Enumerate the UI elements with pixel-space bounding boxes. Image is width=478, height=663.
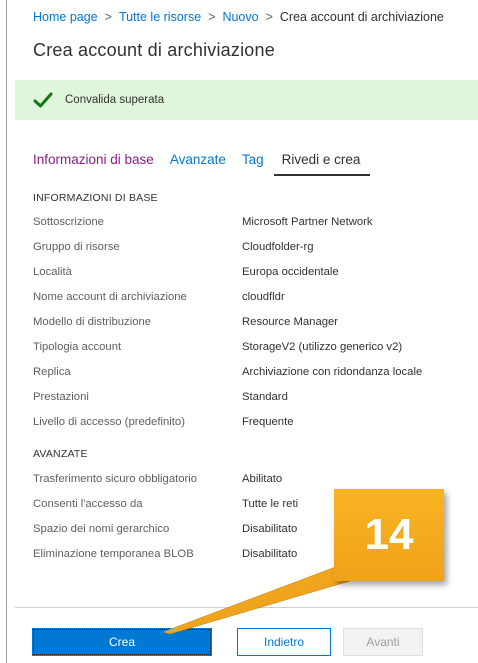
row-label: Eliminazione temporanea BLOB	[33, 548, 194, 560]
summary-row: Località Europa occidentale	[33, 266, 473, 284]
row-value: Frequente	[242, 416, 294, 428]
row-value: Abilitato	[242, 473, 283, 485]
tab-advanced[interactable]: Avanzate	[170, 152, 226, 176]
breadcrumb-all-resources[interactable]: Tutte le risorse	[119, 10, 201, 24]
row-value: Standard	[242, 391, 288, 403]
row-value: Disabilitato	[242, 548, 298, 560]
row-label: Località	[33, 266, 72, 278]
row-value: cloudfldr	[242, 291, 285, 303]
breadcrumb-current: Crea account di archiviazione	[279, 10, 444, 24]
row-label: Gruppo di risorse	[33, 241, 120, 253]
row-label: Replica	[33, 366, 71, 378]
row-value: StorageV2 (utilizzo generico v2)	[242, 341, 403, 353]
breadcrumb: Home page > Tutte le risorse > Nuovo > C…	[7, 0, 478, 34]
summary-row: Gruppo di risorse Cloudfolder-rg	[33, 241, 473, 259]
page-title: Crea account di archiviazione	[33, 40, 275, 60]
breadcrumb-new[interactable]: Nuovo	[222, 10, 258, 24]
row-label: Nome account di archiviazione	[33, 291, 187, 303]
row-label: Spazio dei nomi gerarchico	[33, 523, 170, 535]
tab-review-create[interactable]: Rivedi e crea	[273, 152, 371, 176]
validation-banner: Convalida superata	[15, 80, 478, 120]
step-callout-badge: 14	[334, 489, 444, 581]
section-heading-basics: INFORMAZIONI DI BASE	[33, 192, 158, 204]
row-label: Modello di distribuzione	[33, 316, 152, 328]
row-value: Tutte le reti	[242, 498, 299, 510]
section-heading-advanced: AVANZATE	[33, 448, 88, 460]
row-value: Archiviazione con ridondanza locale	[242, 366, 423, 378]
tab-bar: Informazioni di base Avanzate Tag Rivedi…	[33, 152, 386, 176]
row-value: Disabilitato	[242, 523, 298, 535]
summary-row: Prestazioni Standard	[33, 391, 473, 409]
summary-row: Modello di distribuzione Resource Manage…	[33, 316, 473, 334]
summary-row: Sottoscrizione Microsoft Partner Network	[33, 216, 473, 234]
next-button[interactable]: Avanti	[343, 628, 423, 656]
footer-divider	[15, 607, 478, 608]
create-button[interactable]: Crea	[32, 628, 212, 656]
row-label: Trasferimento sicuro obbligatorio	[33, 473, 198, 485]
breadcrumb-separator: >	[265, 10, 273, 24]
row-label: Tipologia account	[33, 341, 122, 353]
breadcrumb-separator: >	[104, 10, 112, 24]
row-label: Sottoscrizione	[33, 216, 104, 228]
back-button[interactable]: Indietro	[237, 628, 331, 656]
breadcrumb-separator: >	[208, 10, 216, 24]
row-value: Cloudfolder-rg	[242, 241, 314, 253]
row-value: Resource Manager	[242, 316, 339, 328]
tab-basics[interactable]: Informazioni di base	[33, 152, 154, 176]
summary-row: Replica Archiviazione con ridondanza loc…	[33, 366, 473, 384]
row-label: Prestazioni	[33, 391, 89, 403]
checkmark-icon	[33, 92, 53, 108]
tab-tags[interactable]: Tag	[242, 152, 264, 176]
breadcrumb-home[interactable]: Home page	[33, 10, 98, 24]
summary-row: Tipologia account StorageV2 (utilizzo ge…	[33, 341, 473, 359]
row-value: Microsoft Partner Network	[242, 216, 373, 228]
row-value: Europa occidentale	[242, 266, 339, 278]
summary-row: Livello di accesso (predefinito) Frequen…	[33, 416, 473, 434]
row-label: Consenti l'accesso da	[33, 498, 143, 510]
summary-row: Nome account di archiviazione cloudfldr	[33, 291, 473, 309]
row-label: Livello di accesso (predefinito)	[33, 416, 185, 428]
validation-message: Convalida superata	[65, 94, 165, 106]
